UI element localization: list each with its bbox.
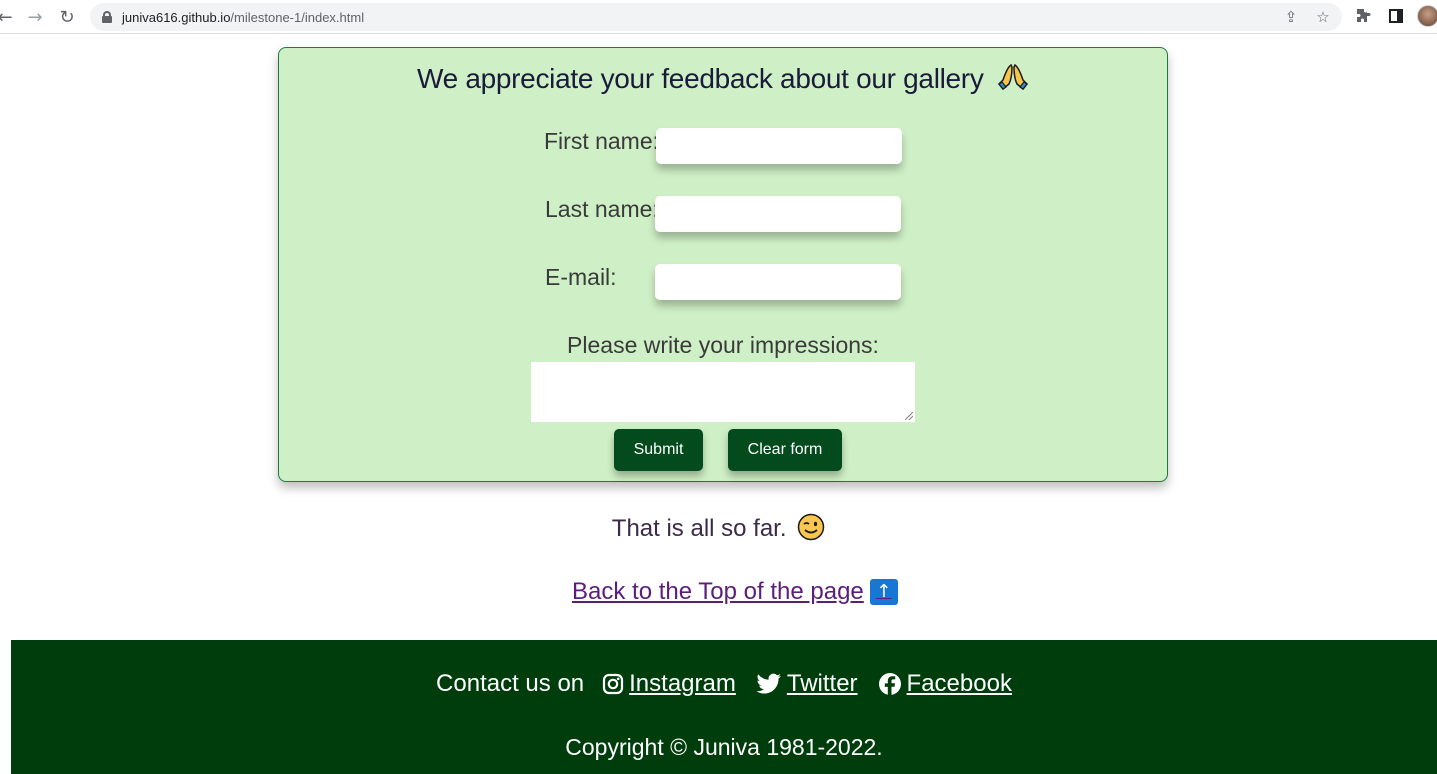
extensions-icon[interactable] [1352,5,1374,27]
folded-hands-icon [997,62,1029,99]
profile-avatar[interactable] [1417,5,1437,27]
clear-form-button[interactable]: Clear form [728,429,842,471]
facebook-icon [878,673,901,696]
back-to-top-link[interactable]: Back to the Top of the page ↑ [572,578,898,606]
twitter-label[interactable]: Twitter [787,670,858,698]
footer: Contact us on Instagram Twitter Facebook… [11,640,1437,774]
back-to-top-text[interactable]: Back to the Top of the page [572,578,864,606]
email-label: E-mail: [545,264,617,290]
email-input[interactable] [655,264,901,300]
last-name-input[interactable] [655,196,901,232]
facebook-label[interactable]: Facebook [907,670,1012,698]
contact-label: Contact us on [436,670,585,697]
url-path: /milestone-1/index.html [230,9,365,25]
winking-face-icon [797,513,825,548]
instagram-link[interactable]: Instagram [602,670,736,698]
contact-row: Contact us on Instagram Twitter Facebook [11,670,1437,698]
facebook-link[interactable]: Facebook [878,670,1012,698]
twitter-link[interactable]: Twitter [756,670,858,698]
first-name-label: First name: [544,128,660,154]
copyright-text: Copyright © Juniva 1981-2022. [565,734,883,760]
bookmark-star-icon[interactable]: ☆ [1312,7,1334,27]
reload-icon[interactable]: ↻ [54,4,80,30]
address-bar[interactable]: juniva616.github.io/milestone-1/index.ht… [90,3,1342,31]
feedback-title-text: We appreciate your feedback about our ga… [416,63,984,94]
instagram-label[interactable]: Instagram [629,670,736,698]
share-icon[interactable]: ⇪ [1280,7,1302,27]
last-name-label: Last name: [545,196,659,222]
side-panel-icon[interactable] [1385,5,1407,27]
back-icon[interactable]: ← [0,4,18,30]
forward-icon[interactable]: → [22,4,48,30]
impressions-label: Please write your impressions: [567,332,879,358]
up-arrow-icon[interactable]: ↑ [869,579,898,605]
submit-button[interactable]: Submit [614,429,703,471]
feedback-title: We appreciate your feedback about our ga… [279,62,1167,99]
resize-handle[interactable] [905,412,913,420]
browser-toolbar: ← → ↻ juniva616.github.io/milestone-1/in… [0,0,1437,34]
impressions-textarea[interactable] [531,362,915,422]
feedback-form: We appreciate your feedback about our ga… [278,47,1168,482]
closing-text: That is all so far. [611,515,787,542]
lock-icon[interactable] [102,11,112,23]
instagram-icon [603,673,624,695]
first-name-input[interactable] [656,128,902,164]
closing-message: That is all so far. [0,513,1437,548]
twitter-icon [756,673,781,694]
url-host: juniva616.github.io [122,9,231,25]
